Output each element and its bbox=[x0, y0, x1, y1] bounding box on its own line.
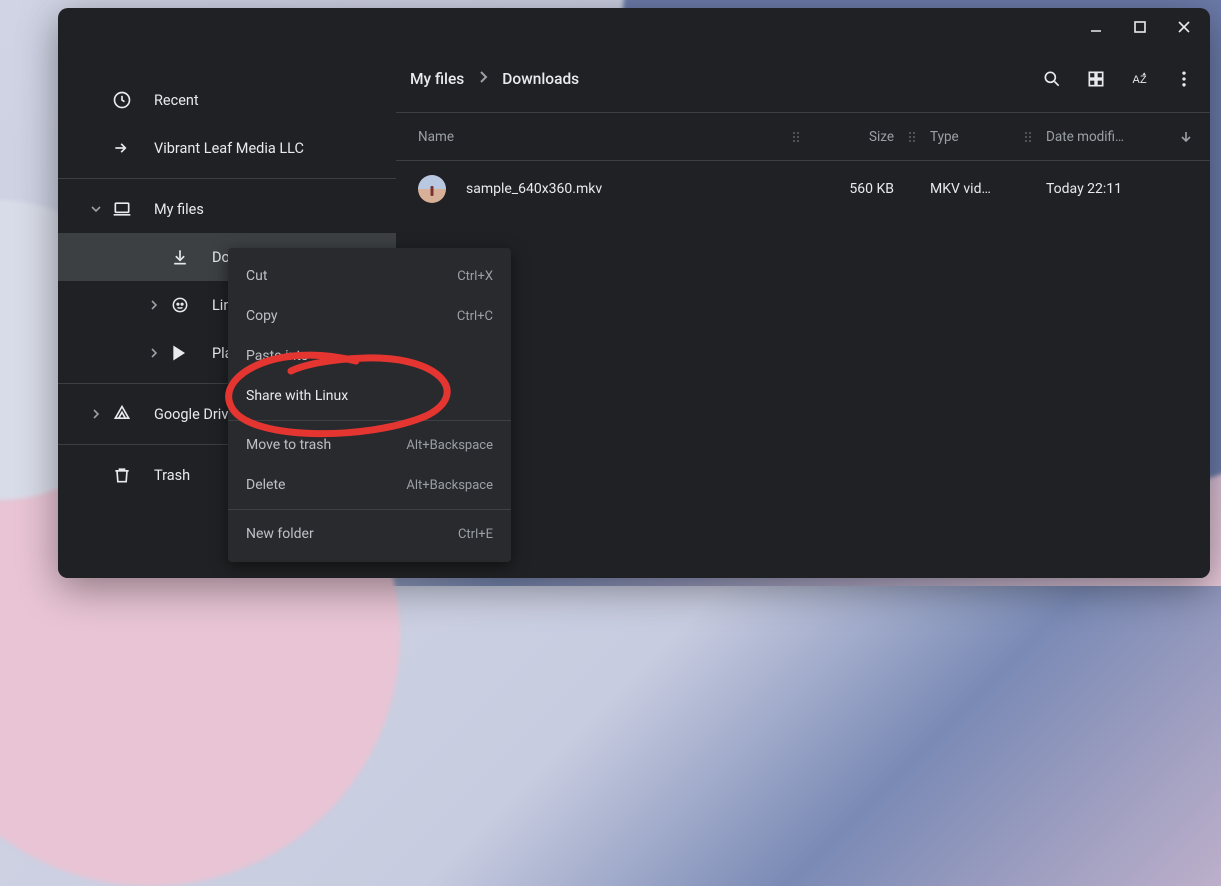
chevron-down-icon[interactable] bbox=[86, 203, 106, 215]
chevron-right-icon[interactable] bbox=[86, 409, 106, 419]
more-menu-button[interactable] bbox=[1162, 57, 1206, 101]
file-size: 560 KB bbox=[804, 181, 904, 197]
file-type: MKV vid… bbox=[920, 181, 1020, 197]
clock-icon bbox=[110, 90, 134, 110]
sidebar-label: Trash bbox=[154, 467, 190, 484]
breadcrumb: My files Downloads bbox=[410, 70, 579, 88]
trash-icon bbox=[110, 465, 134, 485]
breadcrumb-current[interactable]: Downloads bbox=[502, 70, 579, 88]
col-date-header[interactable]: Date modifi… bbox=[1036, 129, 1176, 145]
menu-label: Move to trash bbox=[246, 437, 331, 453]
menu-divider bbox=[228, 420, 511, 421]
column-grip-icon[interactable] bbox=[904, 130, 920, 144]
download-icon bbox=[168, 247, 192, 267]
menu-label: Share with Linux bbox=[246, 388, 348, 404]
sidebar-label: Recent bbox=[154, 92, 199, 109]
file-date: Today 22:11 bbox=[1036, 181, 1176, 197]
menu-item-move-trash[interactable]: Move to trash Alt+Backspace bbox=[228, 425, 511, 465]
column-grip-icon[interactable] bbox=[1020, 130, 1036, 144]
chevron-right-icon bbox=[476, 70, 490, 88]
menu-shortcut: Ctrl+C bbox=[457, 309, 493, 324]
topbar: My files Downloads AZ bbox=[396, 46, 1210, 112]
sidebar-label: My files bbox=[154, 201, 204, 218]
titlebar bbox=[58, 8, 1210, 46]
sidebar-label: Google Drive bbox=[154, 406, 236, 423]
menu-label: Paste into bbox=[246, 348, 309, 364]
sort-desc-icon[interactable] bbox=[1176, 130, 1196, 144]
chevron-right-icon[interactable] bbox=[144, 300, 164, 310]
maximize-button[interactable] bbox=[1120, 12, 1160, 42]
menu-item-share-linux[interactable]: Share with Linux bbox=[228, 376, 511, 416]
menu-shortcut: Ctrl+X bbox=[457, 269, 493, 284]
files-app-window: Recent Vibrant Leaf Media LLC My files bbox=[58, 8, 1210, 578]
file-table: Name Size Type Date modifi… sample_640x3… bbox=[396, 112, 1210, 578]
menu-label: New folder bbox=[246, 526, 314, 542]
menu-item-copy[interactable]: Copy Ctrl+C bbox=[228, 296, 511, 336]
table-header: Name Size Type Date modifi… bbox=[396, 113, 1210, 161]
breadcrumb-root[interactable]: My files bbox=[410, 70, 464, 88]
menu-label: Delete bbox=[246, 477, 285, 493]
menu-label: Copy bbox=[246, 308, 278, 324]
divider bbox=[58, 178, 396, 179]
sidebar-label: Vibrant Leaf Media LLC bbox=[154, 140, 304, 157]
file-name: sample_640x360.mkv bbox=[466, 181, 602, 197]
view-grid-button[interactable] bbox=[1074, 57, 1118, 101]
menu-label: Cut bbox=[246, 268, 267, 284]
linux-icon bbox=[168, 295, 192, 315]
menu-shortcut: Alt+Backspace bbox=[406, 438, 493, 453]
col-name-header[interactable]: Name bbox=[418, 129, 788, 145]
menu-item-new-folder[interactable]: New folder Ctrl+E bbox=[228, 514, 511, 554]
laptop-icon bbox=[110, 199, 134, 219]
sidebar-item-my-files[interactable]: My files bbox=[58, 185, 396, 233]
video-thumbnail-icon bbox=[418, 175, 446, 203]
menu-item-paste-into[interactable]: Paste into bbox=[228, 336, 511, 376]
sidebar-item-org[interactable]: Vibrant Leaf Media LLC bbox=[58, 124, 396, 172]
menu-item-delete[interactable]: Delete Alt+Backspace bbox=[228, 465, 511, 505]
menu-shortcut: Ctrl+E bbox=[458, 527, 493, 542]
share-arrow-icon bbox=[110, 138, 134, 158]
minimize-button[interactable] bbox=[1076, 12, 1116, 42]
play-store-icon bbox=[168, 343, 192, 363]
context-menu: Cut Ctrl+X Copy Ctrl+C Paste into Share … bbox=[228, 248, 511, 562]
table-row[interactable]: sample_640x360.mkv 560 KB MKV vid… Today… bbox=[396, 161, 1210, 217]
sort-az-button[interactable]: AZ bbox=[1118, 57, 1162, 101]
sidebar-item-recent[interactable]: Recent bbox=[58, 76, 396, 124]
col-type-header[interactable]: Type bbox=[920, 129, 1020, 145]
search-button[interactable] bbox=[1030, 57, 1074, 101]
menu-item-cut[interactable]: Cut Ctrl+X bbox=[228, 256, 511, 296]
menu-divider bbox=[228, 509, 511, 510]
chevron-right-icon[interactable] bbox=[144, 348, 164, 358]
svg-text:Z: Z bbox=[1140, 74, 1147, 86]
col-size-header[interactable]: Size bbox=[804, 129, 904, 145]
menu-shortcut: Alt+Backspace bbox=[406, 478, 493, 493]
main-panel: My files Downloads AZ bbox=[396, 46, 1210, 578]
close-button[interactable] bbox=[1164, 12, 1204, 42]
column-grip-icon[interactable] bbox=[788, 130, 804, 144]
google-drive-icon bbox=[110, 404, 134, 424]
